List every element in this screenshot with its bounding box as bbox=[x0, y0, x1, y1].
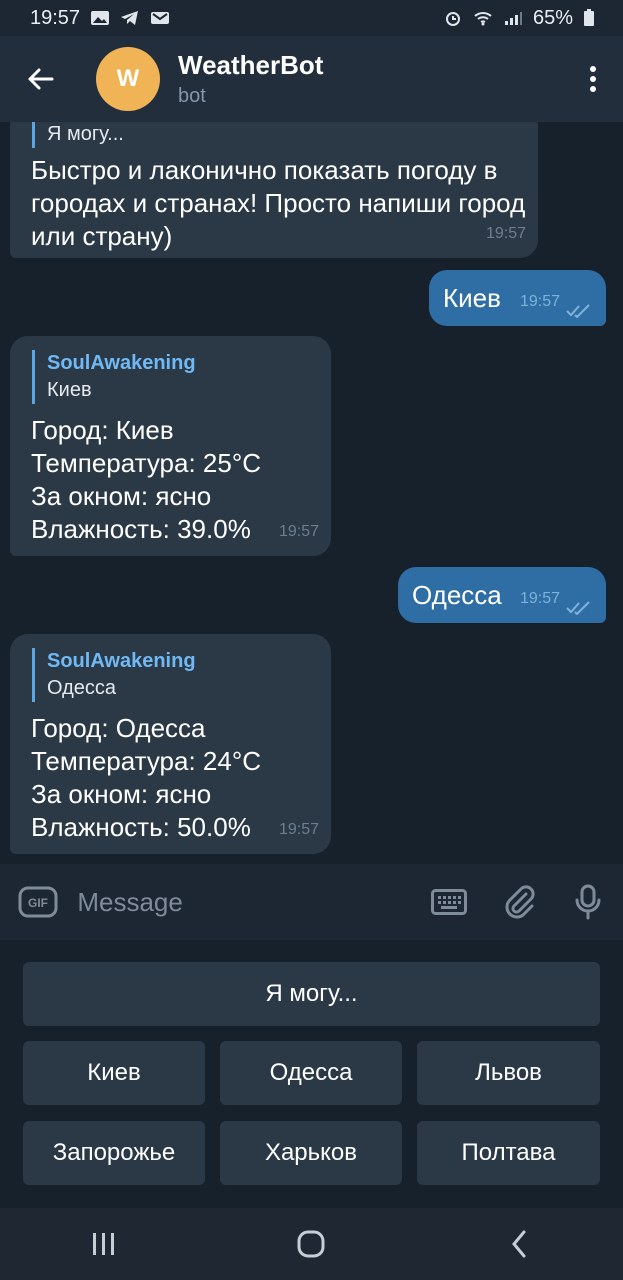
message-text: Одесса bbox=[412, 580, 502, 610]
message-line: За окном: ясно bbox=[31, 779, 212, 809]
more-menu-button[interactable] bbox=[563, 36, 623, 122]
recent-apps-button[interactable] bbox=[64, 1208, 144, 1280]
message-text: Город: Киев Температура: 25°C За окном: … bbox=[31, 414, 261, 546]
reply-text: Одесса bbox=[47, 677, 117, 699]
microphone-icon bbox=[575, 884, 601, 920]
message-line: Город: Одесса bbox=[31, 713, 206, 743]
battery-percent: 65% bbox=[532, 6, 573, 29]
keyboard-button[interactable]: Я могу... bbox=[23, 962, 600, 1026]
reply-author: SoulAwakening bbox=[47, 352, 196, 374]
reply-text: Киев bbox=[47, 379, 92, 401]
home-icon bbox=[297, 1230, 325, 1258]
reply-text: Я могу... bbox=[47, 123, 124, 145]
arrow-left-icon bbox=[28, 68, 54, 90]
back-button[interactable] bbox=[0, 36, 80, 122]
bot-keyboard: Я могу... Киев Одесса Львов Запорожье Ха… bbox=[0, 940, 623, 1208]
status-bar: 19:57 65% bbox=[0, 0, 623, 36]
message-time: 19:57 bbox=[278, 523, 319, 540]
home-button[interactable] bbox=[271, 1208, 351, 1280]
battery-icon bbox=[584, 9, 594, 26]
status-time: 19:57 bbox=[30, 6, 81, 29]
paperclip-icon bbox=[505, 885, 535, 919]
incoming-message[interactable]: SoulAwakening Киев Город: Киев Температу… bbox=[10, 336, 331, 556]
reply-author: SoulAwakening bbox=[47, 650, 196, 672]
message-text: Город: Одесса Температура: 24°C За окном… bbox=[31, 712, 261, 844]
alarm-icon bbox=[445, 12, 460, 26]
gif-button[interactable]: GIF bbox=[0, 886, 75, 918]
avatar[interactable]: W bbox=[96, 47, 160, 111]
mail-icon bbox=[151, 12, 170, 24]
gallery-icon bbox=[91, 11, 110, 25]
chevron-left-icon bbox=[512, 1230, 526, 1258]
voice-button[interactable] bbox=[553, 864, 623, 940]
message-line: Город: Киев bbox=[31, 415, 174, 445]
avatar-letter: W bbox=[116, 65, 140, 92]
message-line: Температура: 24°C bbox=[31, 746, 262, 776]
message-composer: GIF bbox=[0, 864, 623, 940]
more-vertical-icon bbox=[590, 66, 596, 92]
bot-keyboard-button[interactable] bbox=[414, 864, 484, 940]
keyboard-icon bbox=[431, 889, 468, 915]
signal-icon bbox=[504, 12, 522, 25]
outgoing-message[interactable]: Киев 19:57 bbox=[429, 270, 606, 326]
message-time: 19:57 bbox=[485, 225, 526, 242]
chat-title: WeatherBot bbox=[178, 50, 324, 80]
message-input[interactable] bbox=[75, 885, 415, 919]
keyboard-button[interactable]: Одесса bbox=[220, 1041, 402, 1105]
message-line: Влажность: 50.0% bbox=[31, 812, 251, 842]
chat-title-area[interactable]: WeatherBot bot bbox=[178, 50, 563, 108]
double-check-icon bbox=[566, 601, 590, 615]
gif-icon: GIF bbox=[18, 886, 58, 918]
svg-text:GIF: GIF bbox=[28, 896, 48, 910]
keyboard-button[interactable]: Полтава bbox=[417, 1121, 600, 1185]
message-line: Температура: 25°C bbox=[31, 448, 262, 478]
message-list[interactable]: Я могу... Быстро и лаконично показать по… bbox=[0, 122, 623, 864]
keyboard-button[interactable]: Львов bbox=[417, 1041, 600, 1105]
keyboard-button[interactable]: Запорожье bbox=[23, 1121, 205, 1185]
incoming-message[interactable]: SoulAwakening Одесса Город: Одесса Темпе… bbox=[10, 634, 331, 854]
system-navigation-bar bbox=[0, 1208, 623, 1280]
outgoing-message[interactable]: Одесса 19:57 bbox=[398, 567, 606, 623]
recent-apps-icon bbox=[92, 1233, 114, 1255]
chat-subtitle: bot bbox=[178, 85, 206, 107]
attach-button[interactable] bbox=[484, 864, 554, 940]
wifi-icon bbox=[474, 12, 492, 26]
telegram-icon bbox=[121, 11, 139, 25]
keyboard-button[interactable]: Киев bbox=[23, 1041, 205, 1105]
message-text: Быстро и лаконично показать погоду в гор… bbox=[31, 155, 526, 251]
message-text: Киев bbox=[443, 283, 501, 313]
message-time: 19:57 bbox=[519, 293, 560, 310]
reply-quote[interactable]: Я могу... bbox=[32, 122, 124, 148]
message-line: За окном: ясно bbox=[31, 481, 212, 511]
incoming-message[interactable]: Я могу... Быстро и лаконично показать по… bbox=[10, 122, 538, 258]
keyboard-button[interactable]: Харьков bbox=[220, 1121, 402, 1185]
double-check-icon bbox=[566, 304, 590, 318]
chat-header: W WeatherBot bot bbox=[0, 36, 623, 122]
reply-quote[interactable]: SoulAwakening Одесса bbox=[32, 648, 196, 702]
reply-quote[interactable]: SoulAwakening Киев bbox=[32, 350, 196, 404]
message-line: Влажность: 39.0% bbox=[31, 514, 251, 544]
back-nav-button[interactable] bbox=[479, 1208, 559, 1280]
message-time: 19:57 bbox=[519, 590, 560, 607]
message-time: 19:57 bbox=[278, 821, 319, 838]
